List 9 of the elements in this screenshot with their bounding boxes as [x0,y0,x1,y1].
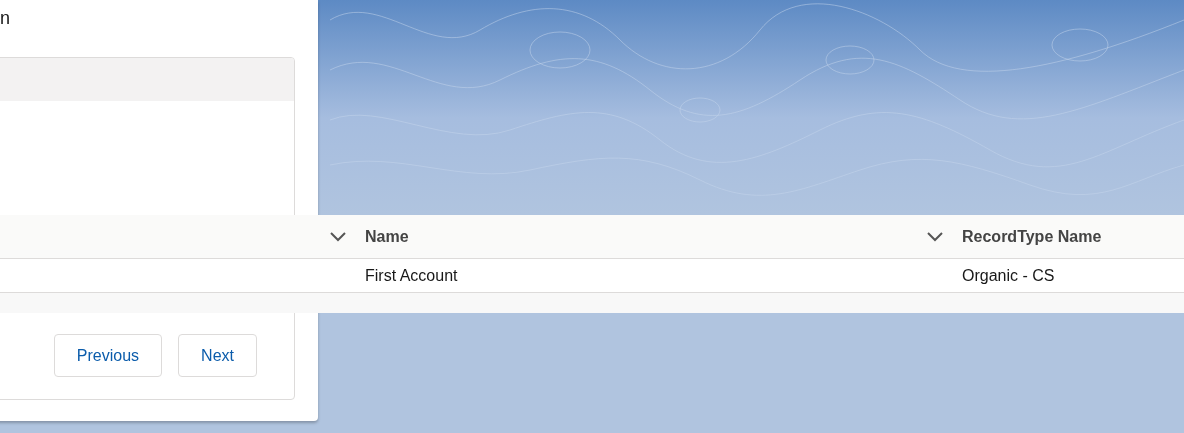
column-header: Name [365,226,409,247]
table-cell-text: First Account [365,265,458,286]
nav-button[interactable]: Previous [53,334,163,377]
chevron-down-icon[interactable] [330,231,346,242]
nav-button[interactable]: Next [178,334,257,377]
column-header: RecordType Name [962,226,1102,247]
modal-title: n [0,7,10,30]
table-cell-text: Organic - CS [962,265,1055,286]
chevron-down-icon[interactable] [927,231,943,242]
